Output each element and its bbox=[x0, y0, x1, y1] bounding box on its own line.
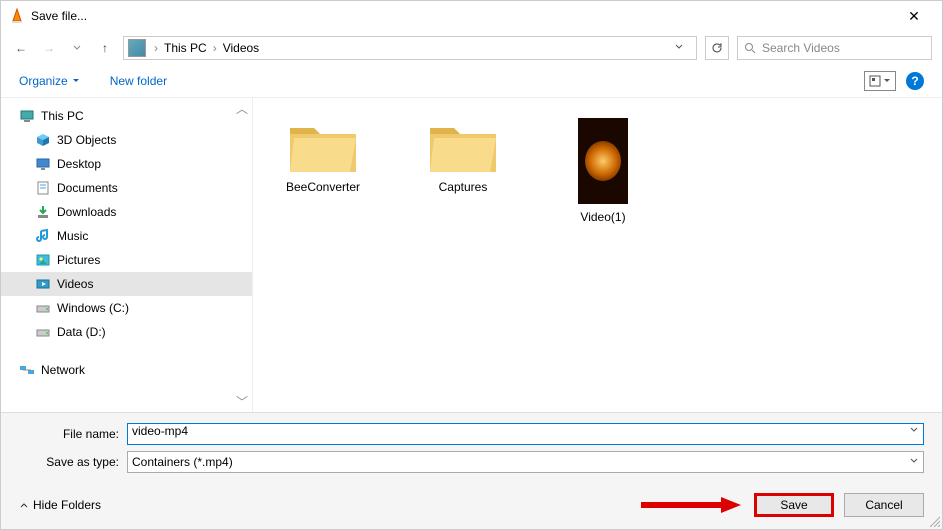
view-icon bbox=[869, 75, 881, 87]
tree-item-windows-c-[interactable]: Windows (C:) bbox=[1, 296, 252, 320]
tree-item-desktop[interactable]: Desktop bbox=[1, 152, 252, 176]
breadcrumb-this-pc[interactable]: This PC bbox=[160, 41, 211, 55]
file-item-captures[interactable]: Captures bbox=[413, 118, 513, 194]
filetype-label: Save as type: bbox=[19, 455, 127, 469]
back-button[interactable]: ← bbox=[11, 38, 31, 58]
doc-icon bbox=[35, 180, 51, 196]
pc-icon bbox=[19, 108, 35, 124]
tree-item-this-pc[interactable]: This PC bbox=[1, 104, 252, 128]
tree-item-videos[interactable]: Videos bbox=[1, 272, 252, 296]
video-icon bbox=[35, 276, 51, 292]
help-button[interactable]: ? bbox=[906, 72, 924, 90]
hide-folders-button[interactable]: Hide Folders bbox=[19, 498, 101, 512]
chevron-down-icon[interactable] bbox=[909, 424, 919, 438]
toolbar: Organize New folder ? bbox=[1, 64, 942, 98]
chevron-down-icon bbox=[883, 77, 891, 85]
file-list-pane[interactable]: BeeConverter Captures Video(1) bbox=[253, 98, 942, 412]
cube-icon bbox=[35, 132, 51, 148]
tree-item-documents[interactable]: Documents bbox=[1, 176, 252, 200]
download-icon bbox=[35, 204, 51, 220]
search-placeholder: Search Videos bbox=[762, 41, 840, 55]
folder-icon bbox=[288, 118, 358, 174]
refresh-button[interactable] bbox=[705, 36, 729, 60]
scroll-up-icon[interactable]: ︿ bbox=[236, 100, 250, 117]
search-icon bbox=[744, 42, 756, 54]
pic-icon bbox=[35, 252, 51, 268]
nav-bar: ← → ↑ › This PC › Videos Search Videos bbox=[1, 31, 942, 64]
save-button[interactable]: Save bbox=[754, 493, 834, 517]
new-folder-button[interactable]: New folder bbox=[110, 74, 167, 88]
music-icon bbox=[35, 228, 51, 244]
vlc-icon bbox=[9, 8, 25, 24]
drive-icon bbox=[35, 324, 51, 340]
navigation-tree[interactable]: ︿ This PC 3D ObjectsDesktopDocumentsDown… bbox=[1, 98, 253, 412]
search-input[interactable]: Search Videos bbox=[737, 36, 932, 60]
desktop-icon bbox=[35, 156, 51, 172]
filename-input[interactable]: video-mp4 bbox=[127, 423, 924, 445]
filetype-select[interactable]: Containers (*.mp4) bbox=[127, 451, 924, 473]
chevron-right-icon[interactable]: › bbox=[211, 41, 219, 55]
folder-icon bbox=[428, 118, 498, 174]
video-thumbnail bbox=[578, 118, 628, 204]
up-button[interactable]: ↑ bbox=[95, 38, 115, 58]
tree-item-downloads[interactable]: Downloads bbox=[1, 200, 252, 224]
close-button[interactable]: ✕ bbox=[894, 8, 934, 25]
tree-item-network[interactable]: Network bbox=[1, 358, 252, 382]
filename-label: File name: bbox=[19, 427, 127, 441]
scroll-down-icon[interactable]: ﹀ bbox=[236, 393, 250, 410]
file-item-video-1-[interactable]: Video(1) bbox=[553, 118, 653, 224]
address-bar[interactable]: › This PC › Videos bbox=[123, 36, 697, 60]
dialog-body: ︿ This PC 3D ObjectsDesktopDocumentsDown… bbox=[1, 98, 942, 412]
title-bar: Save file... ✕ bbox=[1, 1, 942, 31]
file-item-beeconverter[interactable]: BeeConverter bbox=[273, 118, 373, 194]
recent-dropdown-icon[interactable] bbox=[67, 38, 87, 58]
tree-item-3d-objects[interactable]: 3D Objects bbox=[1, 128, 252, 152]
network-icon bbox=[19, 362, 35, 378]
view-options-button[interactable] bbox=[864, 71, 896, 91]
tree-item-data-d-[interactable]: Data (D:) bbox=[1, 320, 252, 344]
address-dropdown-icon[interactable] bbox=[674, 41, 684, 55]
tree-item-music[interactable]: Music bbox=[1, 224, 252, 248]
organize-button[interactable]: Organize bbox=[19, 74, 80, 88]
cancel-button[interactable]: Cancel bbox=[844, 493, 924, 517]
drive-icon bbox=[35, 300, 51, 316]
window-title: Save file... bbox=[31, 9, 894, 23]
forward-button[interactable]: → bbox=[39, 38, 59, 58]
chevron-up-icon bbox=[19, 500, 29, 510]
breadcrumb-videos[interactable]: Videos bbox=[219, 41, 263, 55]
chevron-right-icon[interactable]: › bbox=[152, 41, 160, 55]
location-icon bbox=[128, 39, 146, 57]
bottom-panel: File name: video-mp4 Save as type: Conta… bbox=[1, 412, 942, 529]
tree-item-pictures[interactable]: Pictures bbox=[1, 248, 252, 272]
resize-grip[interactable] bbox=[928, 515, 940, 527]
chevron-down-icon[interactable] bbox=[909, 455, 919, 469]
chevron-down-icon bbox=[72, 77, 80, 85]
